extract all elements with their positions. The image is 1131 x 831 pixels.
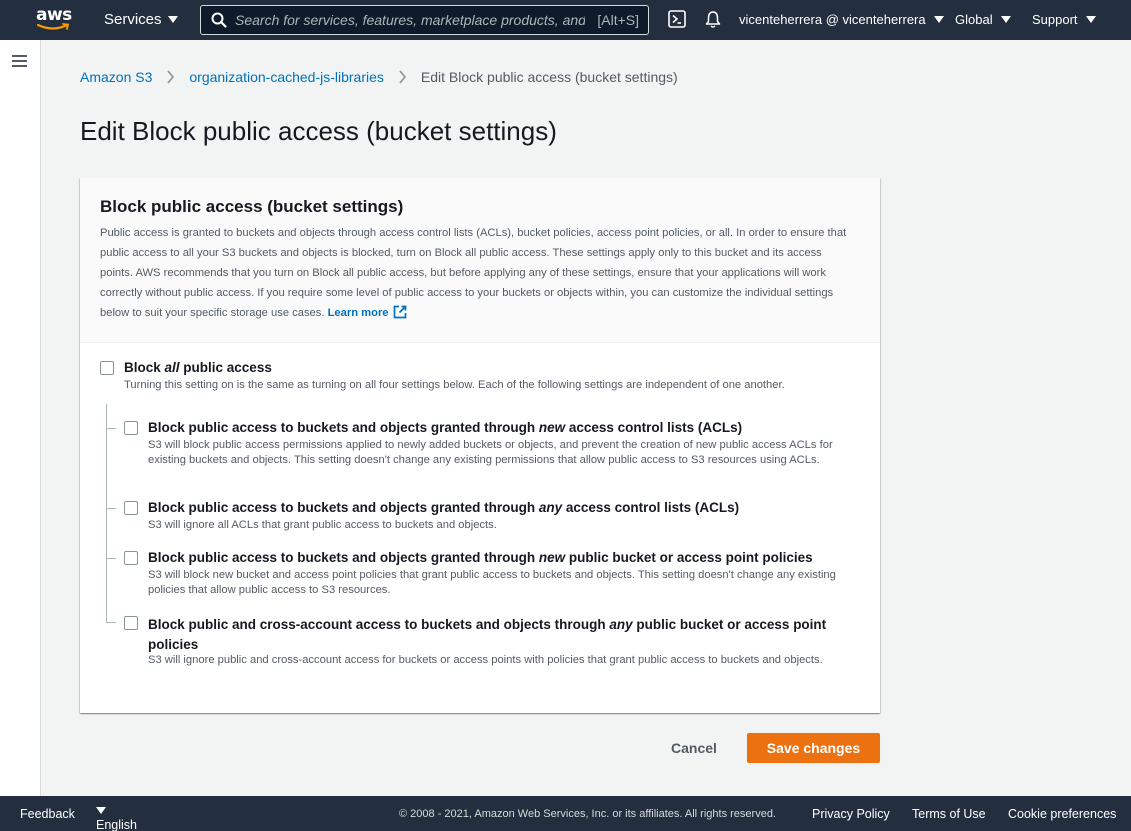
block-any-acls-description: S3 will ignore all ACLs that grant publi…: [148, 519, 497, 531]
aws-logo-text: aws: [36, 5, 72, 25]
option-title-post: public bucket or access point policies: [565, 550, 813, 565]
breadcrumb-link-amazon-s3[interactable]: Amazon S3: [80, 69, 152, 85]
chevron-down-icon: [933, 16, 944, 23]
top-navigation-bar: aws Services [Alt+S] vicenteherrera @ vi…: [0, 0, 1131, 40]
aws-smile-icon: [37, 23, 70, 30]
tree-branch-line: [106, 508, 116, 509]
cancel-button[interactable]: Cancel: [648, 733, 740, 763]
chevron-right-icon: [167, 70, 175, 84]
block-all-title[interactable]: Block all public access: [124, 360, 272, 375]
cloudshell-icon[interactable]: [668, 10, 686, 28]
block-all-title-pre: Block: [124, 360, 165, 375]
account-menu[interactable]: vicenteherrera @ vicenteherrera: [739, 12, 944, 27]
panel-heading: Block public access (bucket settings): [100, 197, 404, 216]
services-menu[interactable]: Services: [104, 11, 178, 28]
option-title-em: any: [538, 500, 563, 515]
option-title-post: access control lists (ACLs): [565, 420, 743, 435]
block-new-acls-checkbox[interactable]: [124, 421, 138, 435]
chevron-right-icon: [399, 70, 406, 84]
search-icon: [211, 12, 227, 28]
language-selector[interactable]: English (US): [96, 807, 137, 831]
block-new-acls-title[interactable]: Block public access to buckets and objec…: [148, 420, 742, 435]
terms-of-use-link[interactable]: Terms of Use: [912, 807, 986, 821]
block-public-access-panel: Block public access (bucket settings) Pu…: [80, 178, 880, 713]
block-all-checkbox[interactable]: [100, 361, 114, 375]
panel-description: Public access is granted to buckets and …: [100, 223, 855, 323]
block-new-policies-title[interactable]: Block public access to buckets and objec…: [148, 550, 813, 565]
option-title-pre: Block public access to buckets and objec…: [148, 420, 539, 435]
tree-branch-line: [106, 622, 116, 623]
block-new-policies-checkbox[interactable]: [124, 551, 138, 565]
block-all-title-post: public access: [179, 360, 272, 375]
block-all-title-em: all: [164, 360, 180, 375]
option-title-em: new: [538, 550, 566, 565]
block-any-policies-description: S3 will ignore public and cross-account …: [148, 654, 823, 666]
services-label: Services: [104, 11, 162, 28]
option-title-pre: Block public access to buckets and objec…: [148, 500, 539, 515]
privacy-policy-link[interactable]: Privacy Policy: [812, 807, 890, 821]
learn-more-link[interactable]: Learn more: [327, 305, 407, 319]
region-label: Global: [955, 12, 993, 27]
option-title-pre: Block public and cross-account access to…: [148, 617, 610, 632]
option-title-pre: Block public access to buckets and objec…: [148, 550, 539, 565]
account-label: vicenteherrera @ vicenteherrera: [739, 12, 926, 27]
option-title-em: any: [609, 617, 633, 632]
left-rail: [0, 40, 41, 796]
chevron-down-icon: [1085, 16, 1096, 23]
tree-connector-line: [106, 404, 107, 622]
chevron-down-icon: [167, 16, 178, 23]
panel-header: Block public access (bucket settings) Pu…: [80, 178, 880, 343]
block-any-acls-title[interactable]: Block public access to buckets and objec…: [148, 500, 739, 515]
tree-branch-line: [106, 428, 116, 429]
breadcrumb-link-bucket[interactable]: organization-cached-js-libraries: [189, 69, 384, 85]
support-menu[interactable]: Support: [1032, 12, 1096, 27]
chevron-down-icon: [1000, 16, 1011, 23]
breadcrumb-current: Edit Block public access (bucket setting…: [420, 69, 678, 85]
tree-branch-line: [106, 558, 116, 559]
block-new-acls-description: S3 will block public access permissions …: [148, 439, 833, 466]
option-title-em: new: [538, 420, 566, 435]
block-all-description: Turning this setting on is the same as t…: [124, 379, 785, 391]
block-any-acls-checkbox[interactable]: [124, 501, 138, 515]
panel-description-text: Public access is granted to buckets and …: [100, 227, 847, 319]
block-any-policies-title[interactable]: Block public and cross-account access to…: [148, 615, 848, 655]
learn-more-label: Learn more: [327, 307, 389, 319]
external-link-icon: [393, 305, 406, 319]
language-label: English (US): [96, 818, 137, 831]
block-new-policies-description: S3 will block new bucket and access poin…: [148, 569, 836, 596]
cookie-preferences-link[interactable]: Cookie preferences: [1008, 807, 1116, 821]
option-title-post: access control lists (ACLs): [562, 500, 740, 515]
page-title: Edit Block public access (bucket setting…: [80, 116, 557, 146]
breadcrumb: Amazon S3 organization-cached-js-librari…: [80, 69, 678, 85]
save-changes-button[interactable]: Save changes: [747, 733, 880, 763]
search-bar[interactable]: [Alt+S]: [200, 5, 649, 35]
search-input[interactable]: [235, 9, 585, 31]
copyright-text: © 2008 - 2021, Amazon Web Services, Inc.…: [399, 808, 776, 820]
block-any-policies-checkbox[interactable]: [124, 616, 138, 630]
support-label: Support: [1032, 12, 1078, 27]
hamburger-menu-icon[interactable]: [12, 55, 27, 67]
search-hotkey-hint: [Alt+S]: [597, 12, 639, 28]
footer: Feedback English (US) © 2008 - 2021, Ama…: [0, 796, 1131, 831]
feedback-link[interactable]: Feedback: [20, 807, 75, 821]
bell-icon[interactable]: [704, 10, 722, 29]
chevron-down-icon: [96, 807, 106, 814]
aws-logo[interactable]: aws: [36, 6, 72, 34]
region-menu[interactable]: Global: [955, 12, 1011, 27]
